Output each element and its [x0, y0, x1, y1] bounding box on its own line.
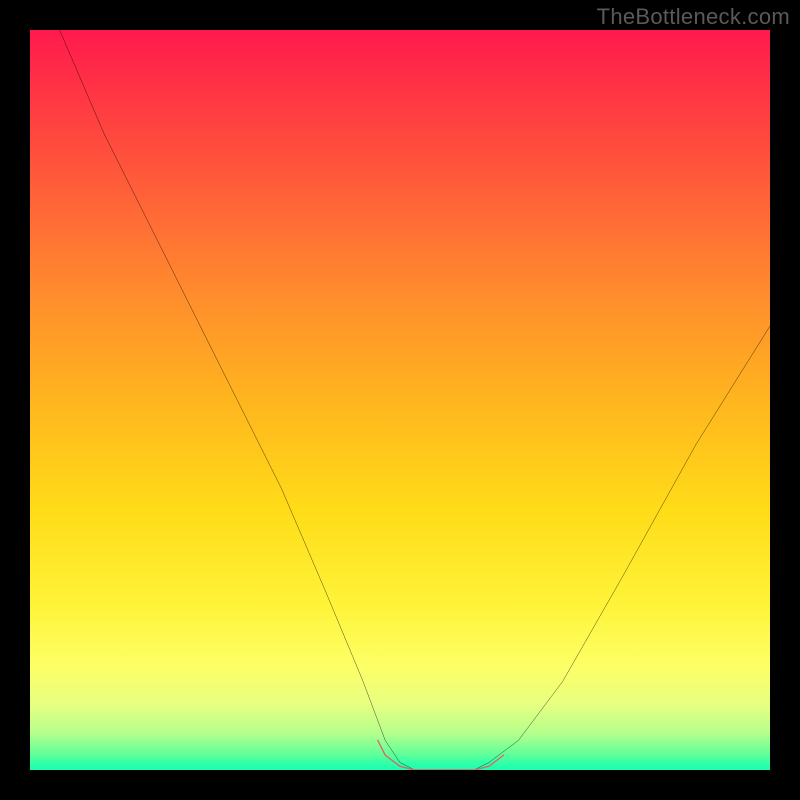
curve-layer	[30, 30, 770, 770]
watermark-text: TheBottleneck.com	[597, 4, 790, 30]
chart-frame: TheBottleneck.com	[0, 0, 800, 800]
flat-bottom-highlight	[378, 740, 504, 770]
plot-area	[30, 30, 770, 770]
bottleneck-curve	[60, 30, 770, 770]
